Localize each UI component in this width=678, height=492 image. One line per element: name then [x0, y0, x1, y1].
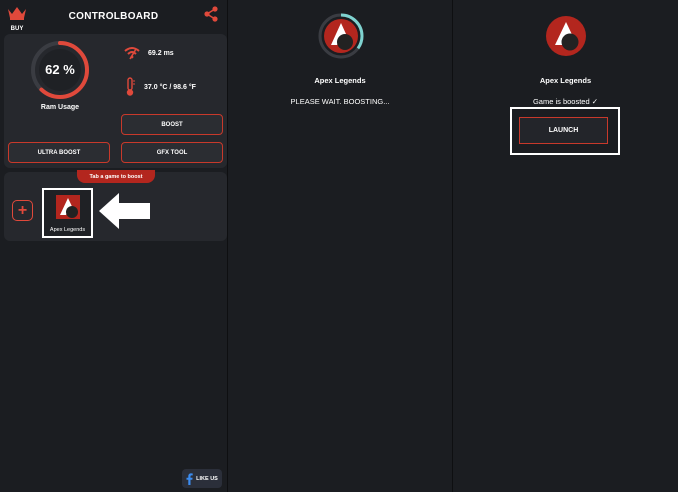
boosted-panel: Apex Legends Game is boosted ✓ LAUNCH — [453, 0, 678, 492]
game-title: Apex Legends — [539, 76, 592, 85]
boosting-status: PLEASE WAIT. BOOSTING... — [290, 97, 390, 106]
share-icon[interactable] — [203, 6, 219, 22]
temperature-stat: 37.0 °C / 98.6 °F — [124, 77, 196, 97]
buy-label: BUY — [10, 26, 24, 32]
facebook-icon — [186, 472, 193, 485]
plus-icon: + — [17, 201, 28, 219]
thermometer-icon — [126, 77, 135, 96]
arrow-left-icon — [99, 193, 150, 229]
like-us-label: LIKE US — [196, 475, 218, 482]
stats-card: 62 % Ram Usage 69.2 ms 37.0 °C / 98.6 °F… — [4, 34, 227, 168]
game-avatar-progress — [318, 13, 364, 59]
temperature-value: 37.0 °C / 98.6 °F — [144, 83, 196, 91]
like-us-button[interactable]: LIKE US — [182, 469, 222, 488]
game-title: Apex Legends — [314, 76, 366, 85]
apex-logo-icon — [56, 195, 80, 219]
games-card: Tab a game to boost + Apex Legends — [4, 170, 227, 241]
boost-button[interactable]: BOOST — [121, 114, 223, 135]
ram-usage-label: Ram Usage — [40, 104, 80, 111]
controlboard-panel: BUY CONTROLBOARD 62 % Ram Usage 69.2 ms … — [0, 0, 227, 492]
ping-stat: 69.2 ms — [124, 46, 174, 60]
game-tile-apex[interactable]: Apex Legends — [42, 188, 93, 238]
launch-button[interactable]: LAUNCH — [519, 117, 608, 144]
wifi-icon — [124, 47, 140, 60]
gfx-tool-button[interactable]: GFX TOOL — [121, 142, 223, 163]
ultra-boost-button[interactable]: ULTRA BOOST — [8, 142, 110, 163]
boosting-panel: Apex Legends PLEASE WAIT. BOOSTING... — [227, 0, 453, 492]
page-title: CONTROLBOARD — [68, 11, 159, 22]
game-avatar — [546, 16, 586, 56]
ram-usage-value: 62 % — [45, 62, 75, 77]
add-game-button[interactable]: + — [12, 200, 33, 221]
screen: BUY CONTROLBOARD 62 % Ram Usage 69.2 ms … — [0, 0, 678, 492]
boosted-status: Game is boosted ✓ — [532, 97, 599, 106]
ping-value: 69.2 ms — [148, 49, 174, 57]
tap-hint-badge: Tab a game to boost — [77, 170, 155, 183]
game-name: Apex Legends — [49, 227, 86, 233]
